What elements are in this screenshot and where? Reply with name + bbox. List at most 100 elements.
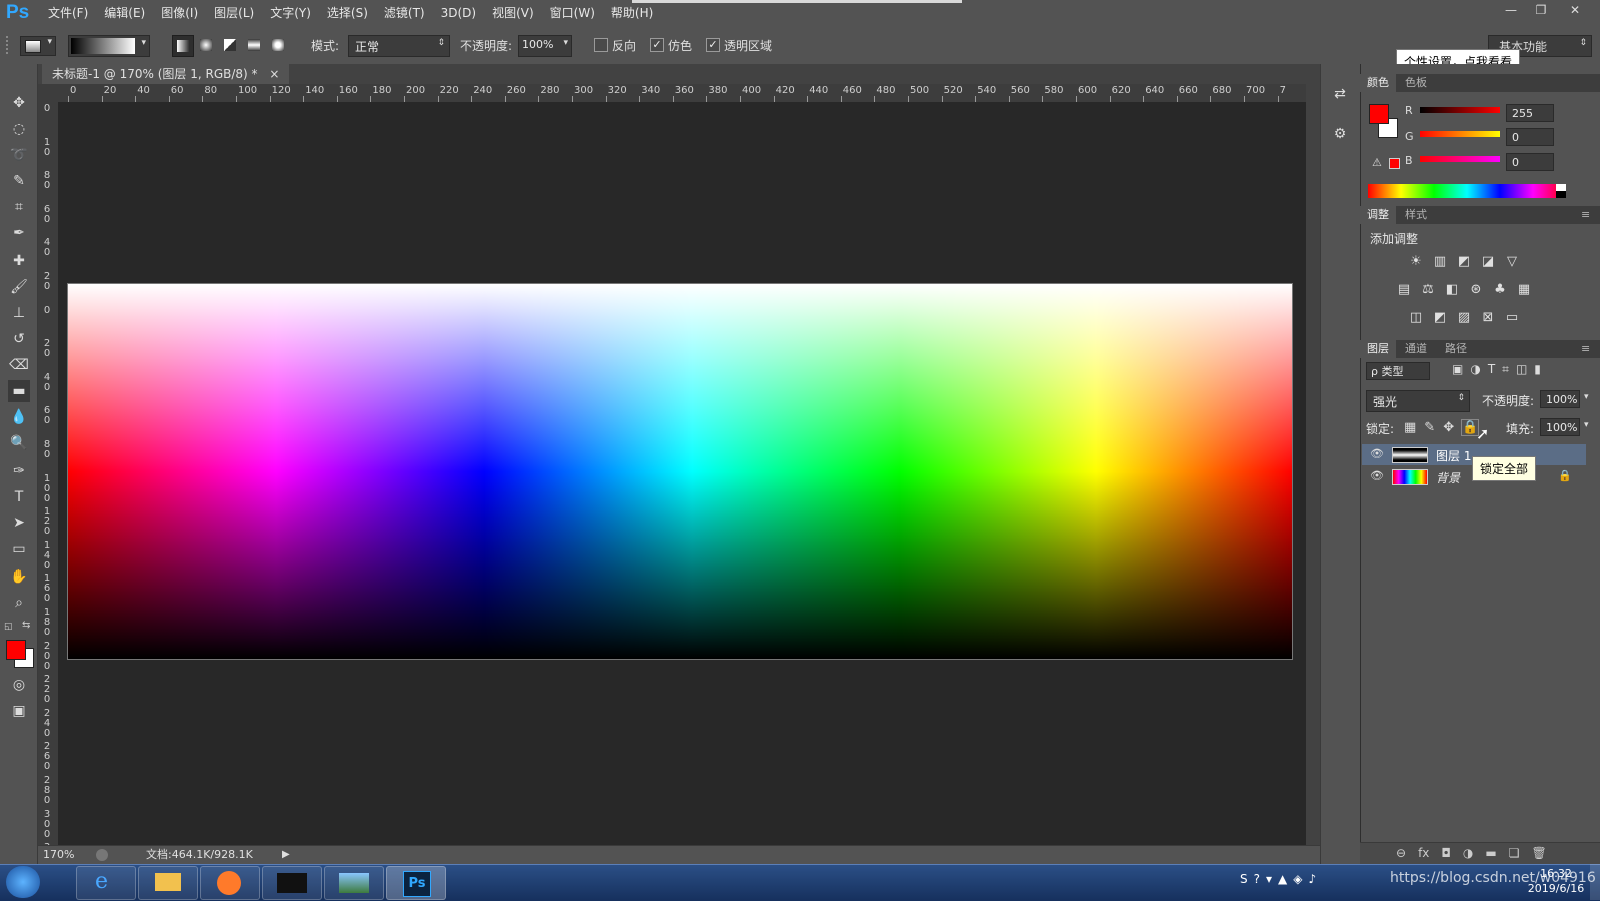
color-panel-foreground-swatch[interactable] [1369, 104, 1389, 124]
swap-colors-icon[interactable]: ⇆ [22, 620, 30, 631]
layer-filter-select[interactable]: ρ 类型 [1366, 362, 1430, 380]
ruler-corner[interactable] [38, 84, 58, 102]
shape-tool-icon[interactable]: ▭ [8, 538, 30, 560]
tool-preset-picker[interactable]: ▾ [20, 36, 56, 56]
taskbar-photoshop-icon[interactable]: Ps [386, 866, 446, 900]
minimize-button[interactable]: — [1496, 1, 1526, 19]
angle-gradient-button[interactable] [220, 35, 240, 55]
gradient-tool-icon[interactable]: ▬ [8, 380, 30, 402]
layer-name[interactable]: 背景 [1436, 469, 1460, 486]
path-select-icon[interactable]: ➤ [8, 512, 30, 534]
type-tool-icon[interactable]: T [8, 486, 30, 508]
status-menu-arrow-icon[interactable]: ▶ [282, 846, 290, 864]
black-white-icon[interactable]: ◧ [1444, 282, 1460, 298]
document-tab[interactable]: 未标题-1 @ 170% (图层 1, RGB/8) * × [42, 64, 290, 84]
zoom-level[interactable]: 170% [43, 846, 74, 864]
fx-icon[interactable]: fx [1418, 846, 1429, 860]
blur-tool-icon[interactable]: 💧 [8, 406, 30, 428]
menu-file[interactable]: 文件(F) [40, 0, 96, 26]
filter-smart-icon[interactable]: ◫ [1516, 362, 1527, 377]
crop-tool-icon[interactable]: ⌗ [8, 196, 30, 218]
transparency-checkbox[interactable]: ✓ [706, 38, 720, 52]
new-group-icon[interactable]: ▬ [1485, 846, 1496, 860]
close-tab-icon[interactable]: × [269, 67, 279, 81]
diamond-gradient-button[interactable] [268, 35, 288, 55]
reverse-checkbox[interactable] [594, 38, 608, 52]
dither-checkbox[interactable]: ✓ [650, 38, 664, 52]
menu-window[interactable]: 窗口(W) [542, 0, 603, 26]
link-layers-icon[interactable]: ⊖ [1396, 846, 1406, 860]
filter-shape-icon[interactable]: ⌗ [1502, 362, 1509, 377]
taskbar-ie-icon[interactable]: e [76, 866, 136, 900]
red-value-input[interactable]: 255 [1506, 104, 1554, 122]
panel-menu-icon[interactable]: ≡ [1574, 340, 1597, 358]
tab-color[interactable]: 颜色 [1360, 74, 1396, 92]
add-mask-icon[interactable]: ◘ [1441, 846, 1451, 860]
new-adjustment-icon[interactable]: ◑ [1463, 846, 1473, 860]
show-desktop-button[interactable] [1590, 864, 1600, 900]
green-slider[interactable] [1420, 131, 1500, 137]
eraser-tool-icon[interactable]: ⌫ [8, 354, 30, 376]
taskbar-clock[interactable]: 16:32 2019/6/16 [1526, 866, 1586, 896]
vertical-ruler[interactable]: 0108060402002040608010012014016018020022… [38, 102, 58, 854]
tab-paths[interactable]: 路径 [1438, 340, 1474, 358]
screen-mode-icon[interactable]: ▣ [8, 700, 30, 722]
restore-button[interactable]: ❐ [1526, 1, 1556, 19]
menu-select[interactable]: 选择(S) [319, 0, 376, 26]
taskbar-pdf-icon[interactable] [200, 866, 260, 900]
invert-icon[interactable]: ◫ [1408, 310, 1424, 326]
color-lookup-icon[interactable]: ▦ [1516, 282, 1532, 298]
gradient-picker[interactable]: ▾ [68, 35, 150, 57]
delete-layer-icon[interactable]: 🗑 [1531, 846, 1546, 860]
quick-mask-icon[interactable]: ◎ [8, 674, 30, 696]
visibility-eye-icon[interactable]: 👁 [1370, 469, 1384, 482]
canvas-gradient-image[interactable] [67, 283, 1293, 660]
filter-toggle-icon[interactable]: ▮ [1534, 362, 1541, 377]
help-tray-icon[interactable]: ? [1254, 872, 1260, 886]
dodge-tool-icon[interactable]: 🔍 [8, 432, 30, 454]
history-brush-icon[interactable]: ↺ [8, 328, 30, 350]
fill-input[interactable]: 100% [1540, 418, 1580, 436]
lock-position-icon[interactable]: ✥ [1443, 420, 1454, 435]
menu-edit[interactable]: 编辑(E) [96, 0, 153, 26]
lock-pixels-icon[interactable]: ✎ [1424, 420, 1435, 435]
status-info-icon[interactable] [96, 849, 108, 861]
filter-pixel-icon[interactable]: ▣ [1452, 362, 1463, 377]
close-button[interactable]: ✕ [1560, 1, 1590, 19]
stamp-tool-icon[interactable]: ⊥ [8, 302, 30, 324]
pen-tool-icon[interactable]: ✑ [8, 460, 30, 482]
tab-swatches[interactable]: 色板 [1398, 74, 1434, 92]
layer-opacity-input[interactable]: 100% [1540, 390, 1580, 408]
gamut-swatch[interactable] [1389, 158, 1400, 169]
quick-select-tool-icon[interactable]: ✎ [8, 170, 30, 192]
photo-filter-icon[interactable]: ⊛ [1468, 282, 1484, 298]
menu-3d[interactable]: 3D(D) [433, 0, 484, 26]
volume-tray-icon[interactable]: ♪ [1309, 872, 1317, 886]
vibrance-icon[interactable]: ▽ [1504, 254, 1520, 270]
mode-select[interactable]: 正常 ⇕ [348, 35, 450, 57]
panel-menu-icon[interactable]: ≡ [1574, 206, 1597, 224]
properties-panel-icon[interactable]: ⚙ [1330, 126, 1350, 146]
brightness-icon[interactable]: ☀ [1408, 254, 1424, 270]
horizontal-ruler[interactable]: 0 20 40 60 80 100 120 140 160 180 200 220 240 260 280 3… [58, 84, 1306, 103]
chevron-down-icon[interactable]: ▾ [1584, 420, 1589, 430]
taskbar-photo-viewer-icon[interactable] [324, 866, 384, 900]
radial-gradient-button[interactable] [196, 35, 216, 55]
tab-layers[interactable]: 图层 [1360, 340, 1396, 358]
move-tool-icon[interactable]: ✥ [8, 92, 30, 114]
zoom-tool-icon[interactable]: ⌕ [8, 592, 30, 614]
filter-adjustment-icon[interactable]: ◑ [1470, 362, 1480, 377]
blue-slider[interactable] [1420, 156, 1500, 162]
security-tray-icon[interactable]: ◈ [1293, 872, 1302, 886]
lock-transparent-icon[interactable]: ▦ [1404, 420, 1416, 435]
exposure-icon[interactable]: ◪ [1480, 254, 1496, 270]
foreground-color-swatch[interactable] [6, 640, 26, 660]
color-spectrum-bar[interactable] [1368, 184, 1566, 198]
filter-type-icon[interactable]: T [1488, 362, 1495, 377]
history-panel-icon[interactable]: ⇄ [1330, 86, 1350, 106]
vertical-scrollbar[interactable] [1306, 84, 1320, 854]
menu-type[interactable]: 文字(Y) [262, 0, 319, 26]
sogou-tray-icon[interactable]: S [1240, 872, 1248, 886]
blue-value-input[interactable]: 0 [1506, 153, 1554, 171]
selective-color-icon[interactable]: ⊠ [1480, 310, 1496, 326]
